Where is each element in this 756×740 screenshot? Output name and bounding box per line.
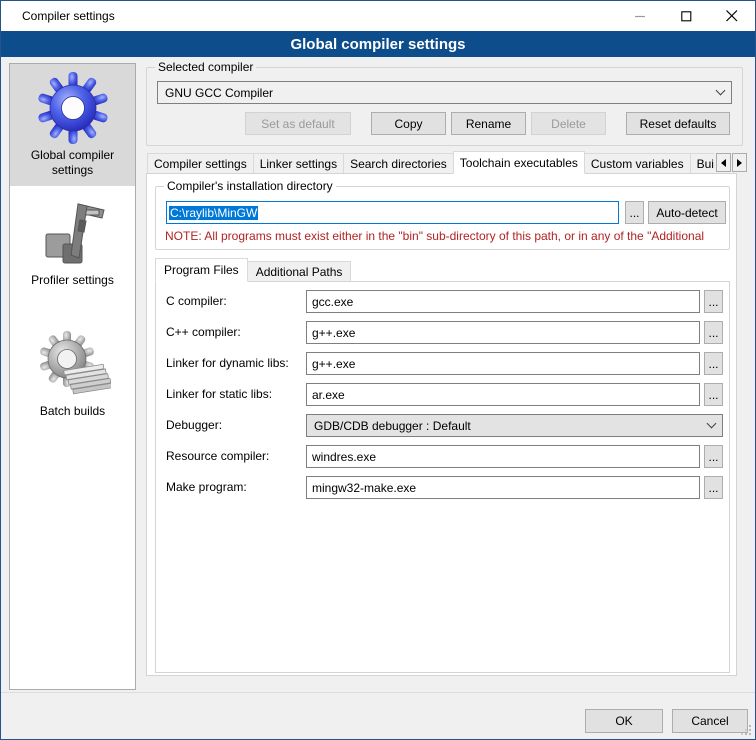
resize-grip[interactable] [741, 725, 752, 736]
scroll-right-icon [737, 159, 742, 167]
tabs-clip: Compiler settings Linker settings Search… [147, 151, 714, 174]
installation-directory-group: Compiler's installation directory C:\ray… [155, 186, 730, 250]
window-controls [617, 1, 755, 31]
cpp-compiler-input[interactable] [306, 321, 700, 344]
tab-scroll-left-button[interactable] [716, 153, 731, 172]
ok-button[interactable]: OK [585, 709, 663, 733]
tab-linker-settings[interactable]: Linker settings [253, 153, 344, 174]
program-files-panel: C compiler: ... C++ compiler: ... Linker… [155, 281, 730, 673]
field-row-c-compiler: C compiler: ... [156, 290, 729, 313]
browse-static-linker-button[interactable]: ... [704, 383, 723, 406]
settings-tabstrip: Compiler settings Linker settings Search… [147, 151, 747, 174]
debugger-select[interactable]: GDB/CDB debugger : Default [306, 414, 723, 437]
tab-custom-variables[interactable]: Custom variables [584, 153, 691, 174]
sidebar-item-profiler-settings[interactable]: Profiler settings [10, 198, 135, 296]
minimize-button[interactable] [617, 1, 663, 31]
browse-c-compiler-button[interactable]: ... [704, 290, 723, 313]
field-row-cpp-compiler: C++ compiler: ... [156, 321, 729, 344]
tab-scroll-right-button[interactable] [732, 153, 747, 172]
browse-make-program-button[interactable]: ... [704, 476, 723, 499]
cancel-button[interactable]: Cancel [672, 709, 748, 733]
field-row-resource-compiler: Resource compiler: ... [156, 445, 729, 468]
auto-detect-button[interactable]: Auto-detect [648, 201, 726, 224]
field-label: C++ compiler: [166, 325, 241, 339]
dynamic-linker-input[interactable] [306, 352, 700, 375]
browse-directory-button[interactable]: ... [625, 201, 644, 224]
maximize-icon [681, 11, 692, 22]
field-label: Make program: [166, 480, 247, 494]
sidebar-item-label: Batch builds [36, 401, 109, 427]
field-row-static-linker: Linker for static libs: ... [156, 383, 729, 406]
tab-search-directories[interactable]: Search directories [343, 153, 454, 174]
field-label: C compiler: [166, 294, 227, 308]
compiler-settings-window: Compiler settings Global compiler settin… [0, 0, 756, 740]
static-linker-input[interactable] [306, 383, 700, 406]
field-label: Debugger: [166, 418, 222, 432]
field-row-dynamic-linker: Linker for dynamic libs: ... [156, 352, 729, 375]
chevron-down-icon [716, 86, 726, 96]
tab-build-options[interactable]: Build options [690, 153, 714, 174]
sidebar-item-label: Profiler settings [27, 270, 118, 296]
subtab-additional-paths[interactable]: Additional Paths [247, 261, 352, 282]
dialog-banner: Global compiler settings [1, 31, 755, 57]
installation-directory-input[interactable]: C:\raylib\MinGW [166, 201, 619, 224]
banner-title: Global compiler settings [290, 36, 465, 53]
set-as-default-button[interactable]: Set as default [245, 112, 351, 135]
group-label: Selected compiler [155, 60, 256, 74]
sidebar-item-batch-builds[interactable]: Batch builds [10, 329, 135, 427]
gear-stack-icon [35, 329, 111, 401]
program-subtabstrip: Program Files Additional Paths [155, 258, 351, 282]
scroll-left-icon [721, 159, 726, 167]
debugger-select-value: GDB/CDB debugger : Default [314, 419, 471, 433]
maximize-button[interactable] [663, 1, 709, 31]
delete-button[interactable]: Delete [531, 112, 606, 135]
field-label: Linker for static libs: [166, 387, 272, 401]
resource-compiler-input[interactable] [306, 445, 700, 468]
field-row-debugger: Debugger: GDB/CDB debugger : Default [156, 414, 729, 437]
titlebar: Compiler settings [1, 1, 755, 31]
selected-compiler-group: Selected compiler GNU GCC Compiler Set a… [146, 67, 743, 146]
c-compiler-input[interactable] [306, 290, 700, 313]
sidebar-item-label: Global compiler settings [10, 145, 135, 186]
make-program-input[interactable] [306, 476, 700, 499]
minimize-icon [635, 11, 646, 22]
compiler-buttons-row: Set as default Copy Rename Delete Reset … [245, 112, 730, 135]
compiler-select-value: GNU GCC Compiler [165, 86, 273, 100]
chevron-down-icon [707, 419, 717, 429]
browse-cpp-compiler-button[interactable]: ... [704, 321, 723, 344]
blue-gear-icon [36, 71, 110, 145]
installation-note: NOTE: All programs must exist either in … [165, 229, 729, 243]
reset-defaults-button[interactable]: Reset defaults [626, 112, 730, 135]
browse-dynamic-linker-button[interactable]: ... [704, 352, 723, 375]
installation-directory-value: C:\raylib\MinGW [169, 206, 258, 220]
field-label: Linker for dynamic libs: [166, 356, 289, 370]
field-row-make-program: Make program: ... [156, 476, 729, 499]
rename-button[interactable]: Rename [451, 112, 526, 135]
settings-sidebar: Global compiler settings Profiler settin… [9, 63, 136, 690]
subtab-program-files[interactable]: Program Files [155, 258, 248, 282]
browse-resource-compiler-button[interactable]: ... [704, 445, 723, 468]
copy-button[interactable]: Copy [371, 112, 446, 135]
close-icon [726, 10, 738, 22]
sidebar-item-global-compiler-settings[interactable]: Global compiler settings [10, 64, 135, 186]
compiler-select[interactable]: GNU GCC Compiler [157, 81, 732, 104]
field-label: Resource compiler: [166, 449, 269, 463]
group-label: Compiler's installation directory [164, 179, 336, 193]
tab-toolchain-executables[interactable]: Toolchain executables [453, 151, 585, 174]
tab-compiler-settings[interactable]: Compiler settings [147, 153, 254, 174]
caliper-profiler-icon [38, 198, 108, 270]
toolchain-executables-panel: Compiler's installation directory C:\ray… [146, 173, 737, 676]
footer-divider [1, 692, 755, 693]
window-title: Compiler settings [22, 9, 115, 23]
close-button[interactable] [709, 1, 755, 31]
